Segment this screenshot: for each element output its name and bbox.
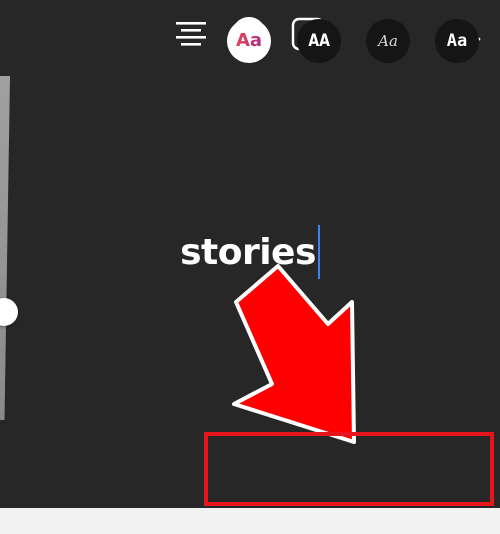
font-option-strong[interactable]: AA (297, 19, 341, 63)
font-option-classic[interactable]: Aa (227, 19, 271, 63)
keyboard-edge (0, 508, 500, 534)
font-option-label: Aa (235, 30, 263, 51)
font-option-label: AA (308, 30, 330, 51)
align-center-icon (176, 22, 206, 46)
font-option-script[interactable]: Aa (366, 19, 410, 63)
font-option-label: Aa (446, 30, 468, 51)
text-size-slider-thumb[interactable] (0, 298, 18, 326)
align-text-button[interactable] (171, 16, 211, 52)
font-option-typewriter[interactable]: Aa (435, 19, 479, 63)
red-arrow-icon (232, 264, 356, 444)
font-options-highlight (204, 432, 494, 506)
story-editor-canvas[interactable]: A 次へ stories Aa AA Aa Aa (0, 0, 500, 508)
font-option-label: Aa (378, 31, 398, 50)
